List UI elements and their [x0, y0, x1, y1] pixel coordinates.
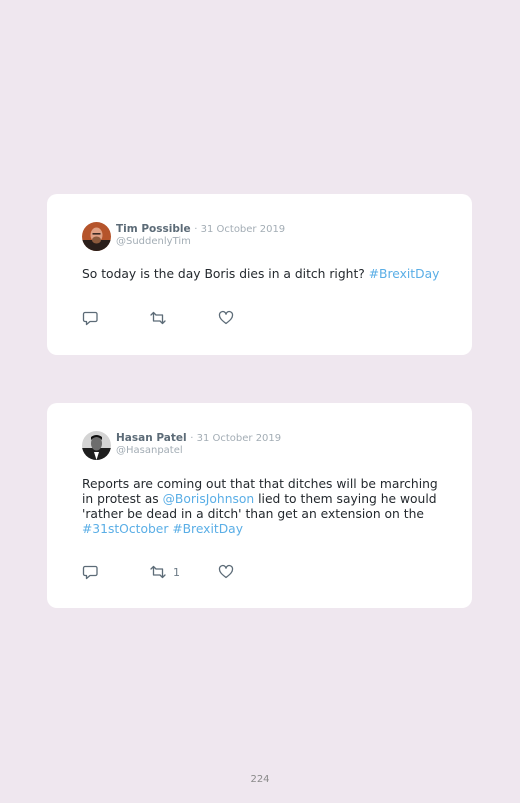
- retweet-icon: [150, 311, 166, 325]
- tweet-text: Reports are coming out that that ditches…: [82, 477, 442, 537]
- avatar[interactable]: [82, 222, 111, 251]
- author-name[interactable]: Tim Possible · 31 October 2019: [116, 223, 285, 235]
- author-name-text: Hasan Patel: [116, 432, 187, 444]
- hashtag-link[interactable]: #BrexitDay: [369, 267, 440, 281]
- author-handle[interactable]: @Hasanpatel: [116, 445, 183, 456]
- retweet-icon: [150, 565, 166, 579]
- tweet-text-segment: So today is the day Boris dies in a ditc…: [82, 267, 369, 281]
- reply-icon: [82, 565, 98, 580]
- avatar-icon: [82, 222, 111, 251]
- mention-link[interactable]: @BorisJohnson: [163, 492, 255, 506]
- avatar-icon: [82, 431, 111, 460]
- like-button[interactable]: [218, 310, 234, 326]
- tweet-date: · 31 October 2019: [194, 224, 286, 235]
- author-handle[interactable]: @SuddenlyTim: [116, 236, 191, 247]
- tweet-date: · 31 October 2019: [190, 433, 282, 444]
- avatar[interactable]: [82, 431, 111, 460]
- retweet-button[interactable]: [149, 310, 173, 326]
- heart-icon: [218, 310, 234, 325]
- retweet-count: 1: [173, 565, 180, 579]
- like-button[interactable]: [218, 564, 234, 580]
- heart-icon: [218, 564, 234, 579]
- hashtag-link[interactable]: #31stOctober: [82, 522, 168, 536]
- tweet-text: So today is the day Boris dies in a ditc…: [82, 267, 442, 282]
- author-name[interactable]: Hasan Patel · 31 October 2019: [116, 432, 281, 444]
- retweet-button[interactable]: 1: [149, 564, 180, 580]
- tweet-card: Hasan Patel · 31 October 2019 @Hasanpate…: [47, 403, 472, 608]
- reply-button[interactable]: [82, 310, 99, 326]
- hashtag-link[interactable]: #BrexitDay: [172, 522, 243, 536]
- page-number: 224: [250, 774, 270, 785]
- tweet-card: Tim Possible · 31 October 2019 @Suddenly…: [47, 194, 472, 355]
- reply-icon: [82, 311, 98, 326]
- author-name-text: Tim Possible: [116, 223, 191, 235]
- reply-button[interactable]: [82, 564, 99, 580]
